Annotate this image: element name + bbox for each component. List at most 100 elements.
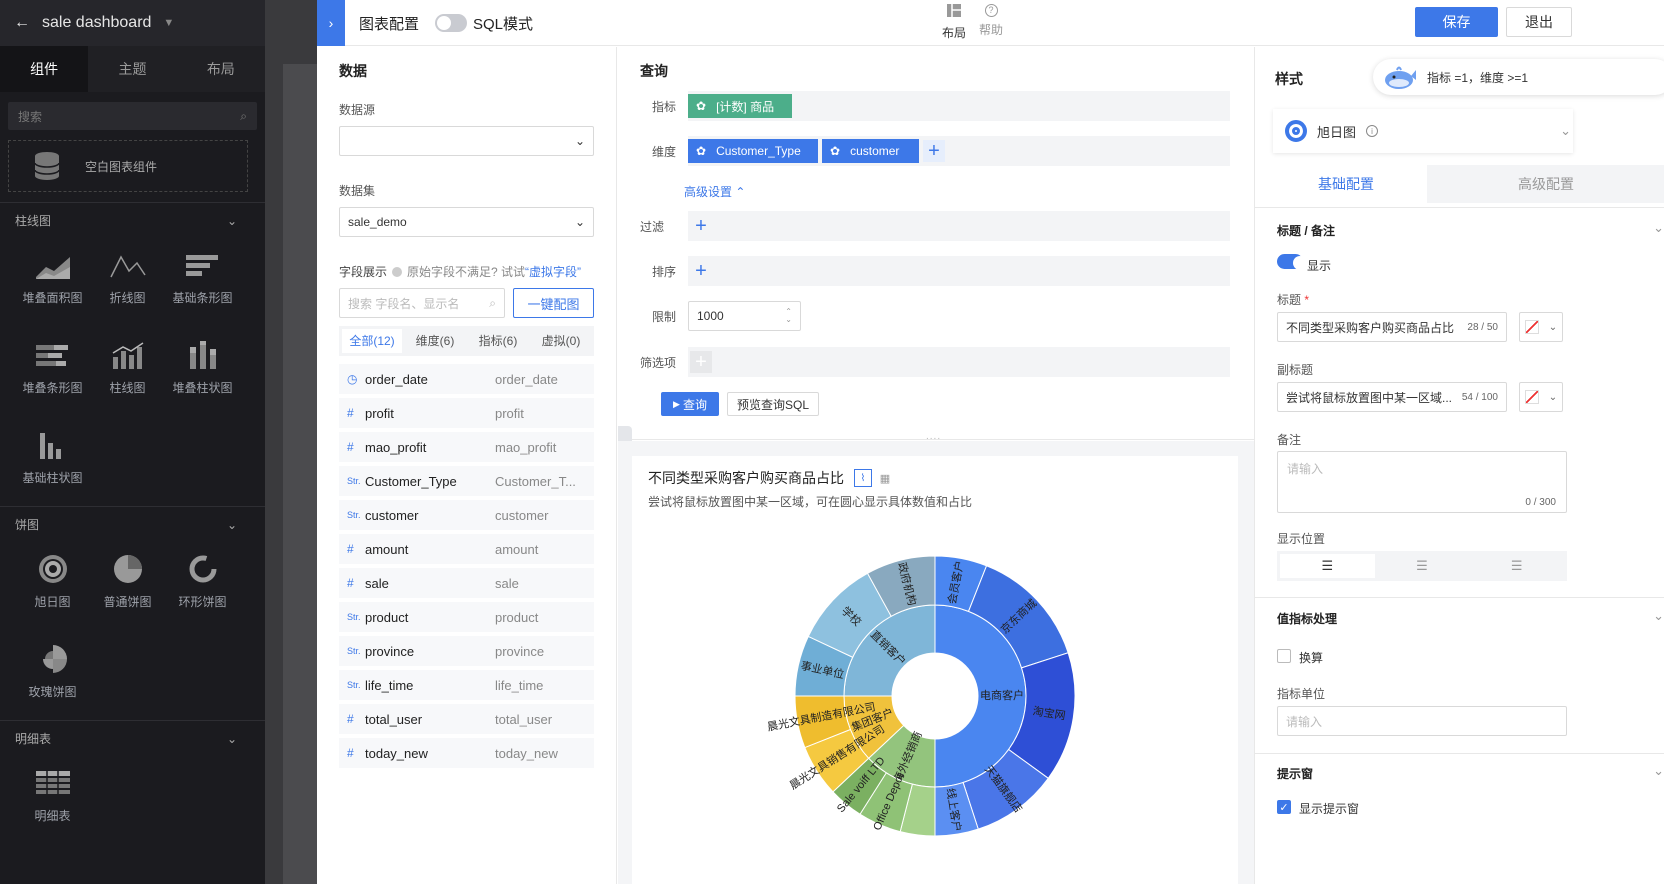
chart-donut[interactable]: 环形饼图 xyxy=(165,542,240,620)
convert-checkbox[interactable] xyxy=(1277,649,1291,663)
limit-stepper[interactable]: 1000 ⌃ ⌄ xyxy=(688,301,801,331)
dimension-pill[interactable]: ✿ customer xyxy=(822,139,919,163)
dimension-pill[interactable]: ✿ Customer_Type xyxy=(688,139,818,163)
gear-icon: ✿ xyxy=(696,144,707,158)
subtitle-color-picker[interactable]: ⌄ xyxy=(1519,382,1563,412)
back-arrow-icon[interactable]: ← xyxy=(14,14,30,32)
tab-advanced-config[interactable]: 高级配置 xyxy=(1427,165,1664,203)
stepper-arrows-icon[interactable]: ⌃ ⌄ xyxy=(785,308,792,324)
field-type-str-icon: Str. xyxy=(347,612,361,622)
field-row[interactable]: # sale sale xyxy=(339,568,594,598)
chart-rose[interactable]: 玫瑰饼图 xyxy=(15,632,90,710)
collapse-button[interactable]: › xyxy=(317,0,345,46)
sunburst-chart: 电商客户海外经销商集团客户直销客户会员客户京东商城淘宝网天猫旗舰店线上客户Off… xyxy=(766,555,1076,837)
chart-basic-column[interactable]: 基础柱状图 xyxy=(15,418,90,496)
field-name: mao_profit xyxy=(365,439,427,455)
pie-icon xyxy=(113,554,142,583)
chart-stacked-bar-horizontal[interactable]: 堆叠条形图 xyxy=(15,328,90,406)
section-pie[interactable]: 饼图 ⌄ xyxy=(0,506,265,542)
chart-stacked-area[interactable]: 堆叠面积图 xyxy=(15,238,90,316)
chevron-down-icon[interactable]: ⌄ xyxy=(1653,608,1664,624)
chart-basic-bar-horizontal[interactable]: 基础条形图 xyxy=(165,238,240,316)
metric-dropzone[interactable]: ✿ [计数] 商品 xyxy=(688,91,1230,121)
field-row[interactable]: ◷ order_date order_date xyxy=(339,364,594,394)
title-color-picker[interactable]: ⌄ xyxy=(1519,312,1563,342)
field-row[interactable]: Str. Customer_Type Customer_T... xyxy=(339,466,594,496)
section-detail-table[interactable]: 明细表 ⌄ xyxy=(0,720,265,756)
field-row[interactable]: # total_user total_user xyxy=(339,704,594,734)
virtual-field-link[interactable]: “虚拟字段” xyxy=(525,263,581,280)
tab-layout[interactable]: 布局 xyxy=(177,46,265,92)
empty-chart-component[interactable]: 空白图表组件 xyxy=(8,140,248,192)
add-dimension-button[interactable]: + xyxy=(923,140,945,162)
field-search-input[interactable]: 搜索 字段名、显示名 ⌕ xyxy=(339,288,505,318)
chevron-up-icon: ⌃ xyxy=(735,185,746,199)
chevron-down-icon[interactable]: ⌄ xyxy=(1653,763,1664,779)
field-row[interactable]: Str. customer customer xyxy=(339,500,594,530)
datasource-select[interactable]: ⌄ xyxy=(339,126,594,156)
chevron-down-icon: ⌄ xyxy=(226,517,237,532)
tab-theme[interactable]: 主题 xyxy=(88,46,176,92)
align-right-icon[interactable]: ☰ xyxy=(1469,558,1564,574)
preview-sql-button[interactable]: 预览查询SQL xyxy=(727,392,819,416)
add-sort-button[interactable]: + xyxy=(690,260,712,282)
section-bar-line[interactable]: 柱线图 ⌄ xyxy=(0,202,265,238)
field-row[interactable]: # amount amount xyxy=(339,534,594,564)
align-center-icon[interactable]: ☰ xyxy=(1375,558,1470,574)
tab-basic-config[interactable]: 基础配置 xyxy=(1273,165,1419,203)
field-row[interactable]: # mao_profit mao_profit xyxy=(339,432,594,462)
chart-type-select[interactable]: 旭日图 i ⌄ xyxy=(1273,109,1573,153)
field-row[interactable]: Str. life_time life_time xyxy=(339,670,594,700)
chart-sunburst[interactable]: 旭日图 xyxy=(15,542,90,620)
align-left-icon[interactable]: ☰ xyxy=(1280,554,1375,578)
dataset-select[interactable]: sale_demo ⌄ xyxy=(339,207,594,237)
dashboard-title[interactable]: sale dashboard xyxy=(42,14,151,32)
add-option-button[interactable]: + xyxy=(690,351,712,373)
note-textarea[interactable]: 请输入 0 / 300 xyxy=(1277,451,1567,513)
chart-bar-line[interactable]: 柱线图 xyxy=(90,328,165,406)
show-title-toggle[interactable] xyxy=(1277,254,1307,270)
chart-pie[interactable]: 普通饼图 xyxy=(90,542,165,620)
field-alias: life_time xyxy=(495,677,544,693)
field-row[interactable]: Str. product product xyxy=(339,602,594,632)
tab-components[interactable]: 组件 xyxy=(0,46,89,92)
tab-dimensions[interactable]: 维度(6) xyxy=(405,329,465,353)
chart-stacked-column[interactable]: 堆叠柱状图 xyxy=(165,328,240,406)
tab-virtual[interactable]: 虚拟(0) xyxy=(531,329,591,353)
dimension-dropzone[interactable]: ✿ Customer_Type ✿ customer + xyxy=(688,136,1230,166)
unit-input[interactable]: 请输入 xyxy=(1277,706,1567,736)
tab-all-fields[interactable]: 全部(12) xyxy=(342,329,402,353)
field-row[interactable]: Str. province province xyxy=(339,636,594,666)
field-row[interactable]: # today_new today_new xyxy=(339,738,594,768)
exit-button[interactable]: 退出 xyxy=(1506,7,1572,37)
caret-down-icon[interactable]: ▼ xyxy=(163,17,174,29)
value-metric-section[interactable]: 值指标处理 xyxy=(1277,610,1337,627)
pie-chart-grid: 旭日图 普通饼图 环形饼图 玫瑰饼图 xyxy=(0,542,265,710)
tab-metrics[interactable]: 指标(6) xyxy=(468,329,528,353)
component-sidebar: ← sale dashboard ▼ 组件 主题 布局 搜索 ⌕ 空白图表组件 … xyxy=(0,0,265,884)
field-alias: Customer_T... xyxy=(495,473,576,489)
chevron-down-icon[interactable]: ⌄ xyxy=(1653,220,1664,236)
component-search-input[interactable]: 搜索 ⌕ xyxy=(8,102,257,130)
tooltip-section[interactable]: 提示窗 xyxy=(1277,765,1313,782)
title-input[interactable]: 不同类型采购客户购买商品占比 28 / 50 xyxy=(1277,312,1507,342)
chart-detail-table[interactable]: 明细表 xyxy=(15,756,90,834)
auto-chart-button[interactable]: 一键配图 xyxy=(513,288,594,318)
query-button[interactable]: ▶ 查询 xyxy=(661,392,719,416)
advanced-settings-link[interactable]: 高级设置 ⌃ xyxy=(684,183,745,200)
add-filter-button[interactable]: + xyxy=(690,215,712,237)
layout-button[interactable]: 布局 xyxy=(941,4,967,41)
bar-chart-grid: 堆叠面积图 折线图 基础条形图 堆叠条形图 柱线图 堆叠柱状图 基础柱状图 xyxy=(0,238,265,496)
chart-line[interactable]: 折线图 xyxy=(90,238,165,316)
subtitle-input[interactable]: 尝试将鼠标放置图中某一区域... 54 / 100 xyxy=(1277,382,1507,412)
metric-pill[interactable]: ✿ [计数] 商品 xyxy=(688,94,792,118)
color-swatch-icon xyxy=(1524,320,1539,334)
save-button[interactable]: 保存 xyxy=(1415,7,1498,37)
field-row[interactable]: # profit profit xyxy=(339,398,594,428)
sql-mode-toggle[interactable] xyxy=(435,14,467,32)
show-tooltip-checkbox[interactable]: ✓ xyxy=(1277,800,1291,814)
help-button[interactable]: ? 帮助 xyxy=(978,4,1004,38)
title-note-section[interactable]: 标题 / 备注 xyxy=(1277,222,1335,239)
field-type-str-icon: Str. xyxy=(347,510,361,520)
field-type-str-icon: Str. xyxy=(347,646,361,656)
